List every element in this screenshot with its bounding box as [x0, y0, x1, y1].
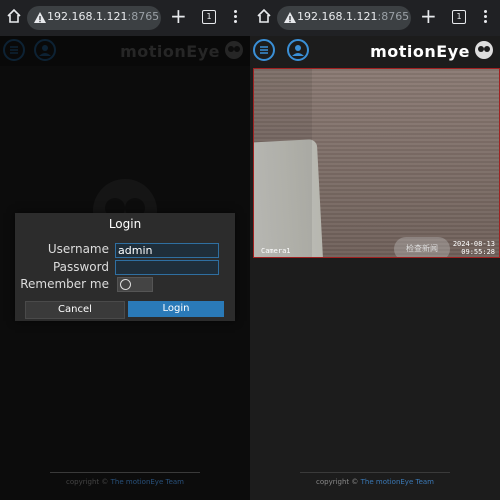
footer: copyright © The motionEye Team: [250, 478, 500, 486]
url-port: :8765: [377, 10, 410, 23]
remember-label: Remember me: [20, 277, 109, 291]
username-field[interactable]: admin: [115, 243, 219, 258]
copyright-text: copyright ©: [316, 478, 361, 486]
footer-divider: [50, 472, 200, 473]
camera-timestamp: 2024-08-13 09:55:28: [453, 240, 495, 256]
address-bar[interactable]: 192.168.1.121:8765: [277, 6, 411, 30]
url-host: 192.168.1.121: [47, 10, 128, 23]
remember-me-toggle[interactable]: [117, 277, 153, 292]
camera-frame[interactable]: Camera1 2024-08-13 09:55:28 检查新闻: [253, 68, 500, 258]
password-label: Password: [52, 260, 109, 274]
address-bar[interactable]: 192.168.1.121:8765: [27, 6, 161, 30]
copyright-text: copyright ©: [66, 478, 111, 486]
cancel-button[interactable]: Cancel: [25, 301, 125, 319]
camera-image-shade: [254, 69, 312, 257]
login-dialog: Login Username admin Password Remember m…: [15, 213, 235, 321]
menu-icon[interactable]: [253, 39, 275, 61]
url-text: 192.168.1.121:8765: [47, 10, 159, 23]
toggle-knob: [120, 279, 131, 290]
new-tab-button[interactable]: +: [170, 4, 187, 28]
left-screen: 192.168.1.121:8765 + 1 motionEye Login U…: [0, 0, 250, 500]
warning-icon[interactable]: [283, 11, 297, 25]
url-text: 192.168.1.121:8765: [297, 10, 409, 23]
url-port: :8765: [127, 10, 160, 23]
user-icon[interactable]: [287, 39, 309, 61]
app-header: motionEye: [250, 36, 500, 66]
camera-name: Camera1: [261, 247, 291, 255]
app-title: motionEye: [370, 42, 470, 61]
login-title: Login: [108, 217, 142, 231]
camera-date: 2024-08-13: [452, 240, 495, 248]
footer: copyright © The motionEye Team: [0, 478, 250, 486]
toast-bubble[interactable]: 检查新闻: [394, 237, 450, 257]
tab-count-button[interactable]: 1: [452, 10, 466, 24]
camera-time: 09:55:28: [461, 248, 495, 256]
more-icon[interactable]: [482, 8, 488, 26]
team-link[interactable]: The motionEye Team: [361, 478, 434, 486]
username-label: Username: [47, 242, 109, 256]
url-host: 192.168.1.121: [297, 10, 378, 23]
footer-divider: [300, 472, 450, 473]
owl-logo-icon: [475, 41, 493, 59]
tab-count-button[interactable]: 1: [202, 10, 216, 24]
more-icon[interactable]: [232, 8, 238, 26]
browser-toolbar: 192.168.1.121:8765 + 1: [250, 0, 500, 36]
warning-icon[interactable]: [33, 11, 47, 25]
right-screen: 192.168.1.121:8765 + 1 motionEye Camera1…: [250, 0, 500, 500]
home-icon[interactable]: [256, 8, 272, 24]
browser-toolbar: 192.168.1.121:8765 + 1: [0, 0, 250, 36]
login-button[interactable]: Login: [128, 301, 224, 317]
password-field[interactable]: [115, 260, 219, 275]
home-icon[interactable]: [6, 8, 22, 24]
team-link[interactable]: The motionEye Team: [111, 478, 184, 486]
new-tab-button[interactable]: +: [420, 4, 437, 28]
